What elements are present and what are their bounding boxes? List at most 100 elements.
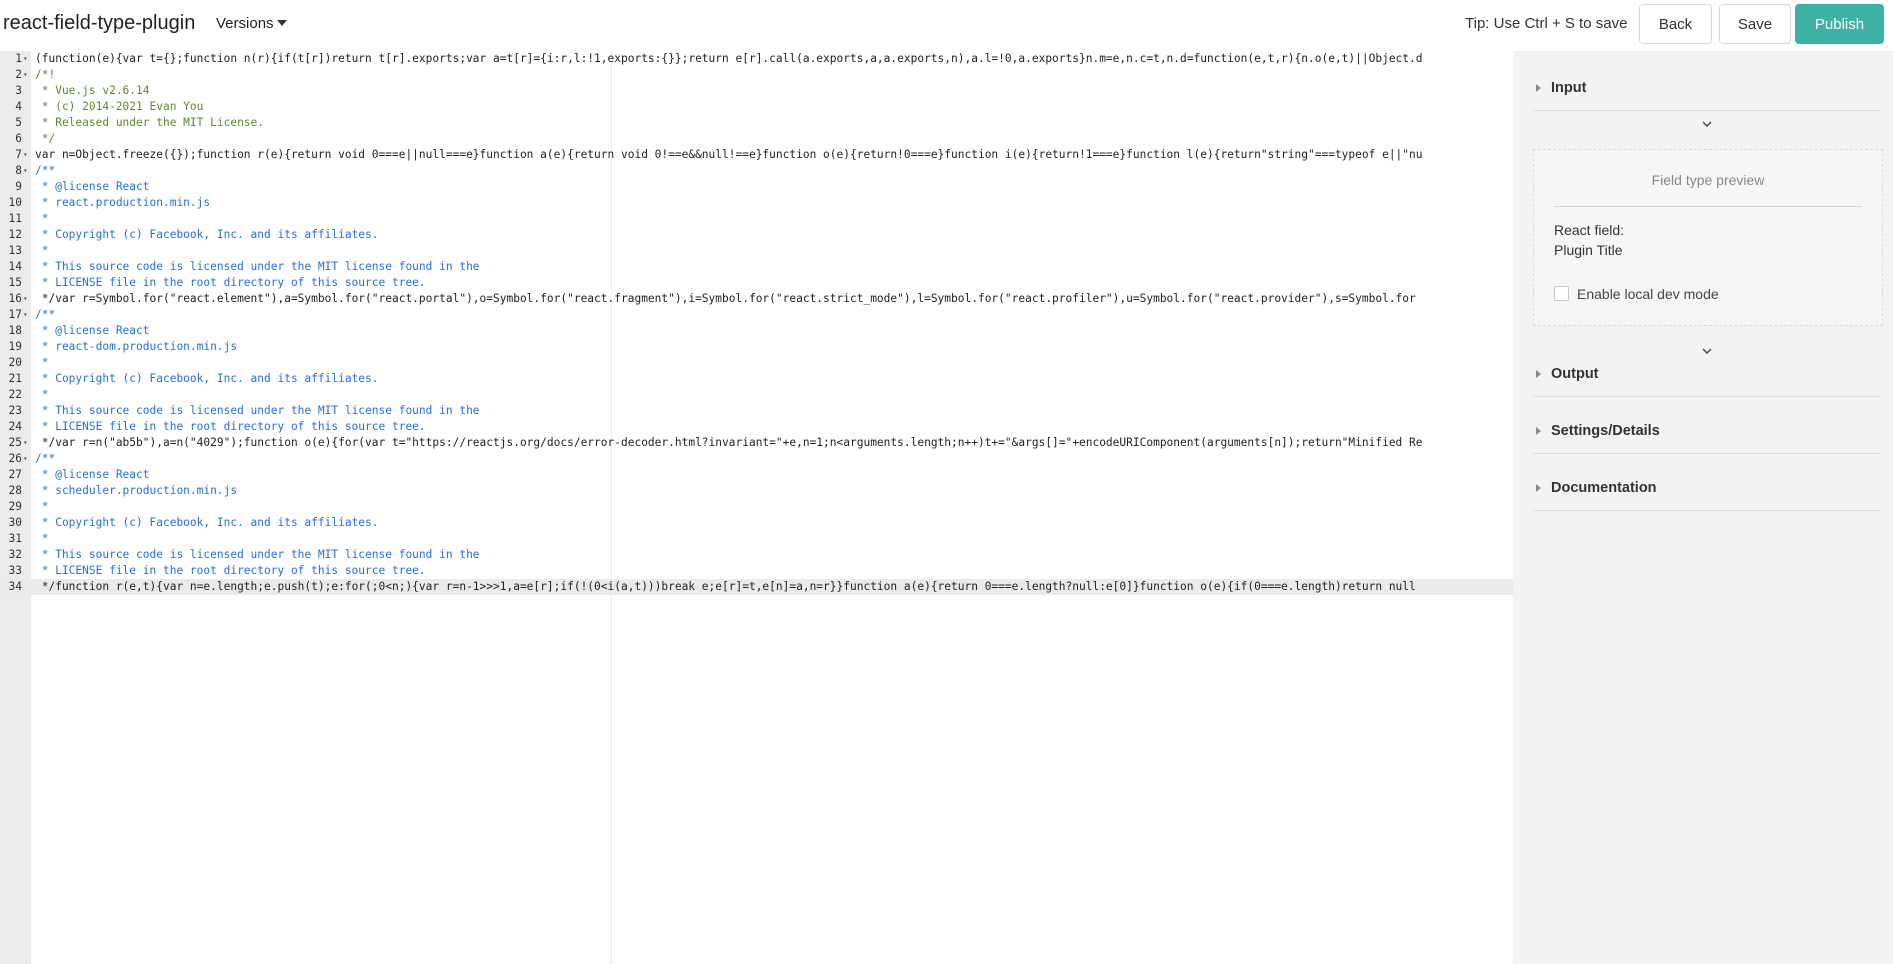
line-number: 22: [8, 388, 22, 401]
code-line[interactable]: 30 * Copyright (c) Facebook, Inc. and it…: [0, 515, 1513, 531]
line-number: 4: [15, 100, 22, 113]
code-line[interactable]: 4 * (c) 2014-2021 Evan You: [0, 99, 1513, 115]
code-line[interactable]: 13 *: [0, 243, 1513, 259]
fold-caret-icon[interactable]: ▾: [23, 163, 28, 179]
line-number: 18: [8, 324, 22, 337]
code-line[interactable]: 6 */: [0, 131, 1513, 147]
code-lines[interactable]: 1 ▾ (function(e){var t={};function n(r){if…: [0, 51, 1513, 595]
dev-mode-checkbox[interactable]: [1554, 286, 1569, 301]
section-input[interactable]: Input: [1533, 71, 1880, 111]
code-line[interactable]: 7 ▾ var n=Object.freeze({});function r(e){…: [0, 147, 1513, 163]
divider: [1554, 206, 1862, 207]
line-number: 6: [15, 132, 22, 145]
code-line[interactable]: 8 ▾ /**: [0, 163, 1513, 179]
code-line[interactable]: 21 * Copyright (c) Facebook, Inc. and it…: [0, 371, 1513, 387]
code-line[interactable]: 32 * This source code is licensed under …: [0, 547, 1513, 563]
code-line[interactable]: 3 * Vue.js v2.6.14: [0, 83, 1513, 99]
code-line[interactable]: 9 * @license React: [0, 179, 1513, 195]
chevron-down-icon: [1702, 348, 1712, 354]
line-number: 24: [8, 420, 22, 433]
code-line[interactable]: 23 * This source code is licensed under …: [0, 403, 1513, 419]
code-line[interactable]: 31 *: [0, 531, 1513, 547]
line-number: 12: [8, 228, 22, 241]
code-line[interactable]: 17 ▾ /**: [0, 307, 1513, 323]
code-text: * Copyright (c) Facebook, Inc. and its a…: [35, 516, 379, 529]
code-text: * Copyright (c) Facebook, Inc. and its a…: [35, 228, 379, 241]
back-button[interactable]: Back: [1639, 4, 1712, 44]
save-button[interactable]: Save: [1719, 4, 1791, 44]
line-number: 16: [8, 292, 22, 305]
line-number: 13: [8, 244, 22, 257]
fold-caret-icon[interactable]: ▾: [23, 291, 28, 307]
code-editor[interactable]: 1 ▾ (function(e){var t={};function n(r){if…: [0, 51, 1513, 964]
section-settings-label: Settings/Details: [1551, 423, 1660, 439]
line-number: 28: [8, 484, 22, 497]
code-text: * LICENSE file in the root directory of …: [35, 564, 426, 577]
code-line[interactable]: 25 ▾ */var r=n("ab5b"),a=n("4029");functi…: [0, 435, 1513, 451]
code-line[interactable]: 15 * LICENSE file in the root directory …: [0, 275, 1513, 291]
section-documentation[interactable]: Documentation: [1533, 471, 1880, 511]
code-line[interactable]: 26 ▾ /**: [0, 451, 1513, 467]
code-text: /**: [35, 308, 56, 321]
code-text: * @license React: [35, 468, 150, 481]
code-text: */function r(e,t){var n=e.length;e.push(…: [35, 580, 1416, 593]
code-text: *: [35, 244, 49, 257]
line-number: 32: [8, 548, 22, 561]
code-line[interactable]: 19 * react-dom.production.min.js: [0, 339, 1513, 355]
code-text: * Released under the MIT License.: [35, 116, 265, 129]
dev-mode-label: Enable local dev mode: [1577, 286, 1719, 302]
code-line[interactable]: 5 * Released under the MIT License.: [0, 115, 1513, 131]
code-line[interactable]: 33 * LICENSE file in the root directory …: [0, 563, 1513, 579]
triangle-right-icon: [1536, 84, 1541, 92]
code-line[interactable]: 24 * LICENSE file in the root directory …: [0, 419, 1513, 435]
code-text: * @license React: [35, 324, 150, 337]
plugin-title: react-field-type-plugin: [3, 12, 196, 34]
line-number: 10: [8, 196, 22, 209]
code-line[interactable]: 28 * scheduler.production.min.js: [0, 483, 1513, 499]
field-type-preview: Field type preview React field: Plugin T…: [1533, 149, 1883, 326]
code-text: * LICENSE file in the root directory of …: [35, 420, 426, 433]
section-settings[interactable]: Settings/Details: [1533, 414, 1880, 454]
code-line[interactable]: 12 * Copyright (c) Facebook, Inc. and it…: [0, 227, 1513, 243]
fold-caret-icon[interactable]: ▾: [23, 307, 28, 323]
line-number: 7: [15, 148, 22, 161]
line-number: 17: [8, 308, 22, 321]
line-number: 31: [8, 532, 22, 545]
code-line[interactable]: 27 * @license React: [0, 467, 1513, 483]
code-text: *: [35, 212, 49, 225]
code-text: * This source code is licensed under the…: [35, 260, 480, 273]
fold-caret-icon[interactable]: ▾: [23, 67, 28, 83]
code-line[interactable]: 16 ▾ */var r=Symbol.for("react.element"),…: [0, 291, 1513, 307]
fold-caret-icon[interactable]: ▾: [23, 435, 28, 451]
code-text: /**: [35, 452, 56, 465]
section-input-label: Input: [1551, 80, 1587, 96]
line-number: 23: [8, 404, 22, 417]
fold-caret-icon[interactable]: ▾: [23, 51, 28, 67]
code-text: *: [35, 388, 49, 401]
code-text: * Vue.js v2.6.14: [35, 84, 150, 97]
code-line[interactable]: 14 * This source code is licensed under …: [0, 259, 1513, 275]
code-text: * react.production.min.js: [35, 196, 211, 209]
fold-caret-icon[interactable]: ▾: [23, 147, 28, 163]
code-line[interactable]: 1 ▾ (function(e){var t={};function n(r){if…: [0, 51, 1513, 67]
code-text: * react-dom.production.min.js: [35, 340, 238, 353]
versions-dropdown[interactable]: Versions: [216, 15, 287, 32]
code-line[interactable]: 2 ▾ /*!: [0, 67, 1513, 83]
line-number: 3: [15, 84, 22, 97]
fold-caret-icon[interactable]: ▾: [23, 451, 28, 467]
code-line[interactable]: 18 * @license React: [0, 323, 1513, 339]
line-number: 5: [15, 116, 22, 129]
code-line[interactable]: 34 */function r(e,t){var n=e.length;e.pu…: [0, 579, 1513, 595]
publish-button[interactable]: Publish: [1795, 4, 1884, 44]
code-line[interactable]: 20 *: [0, 355, 1513, 371]
code-text: * This source code is licensed under the…: [35, 404, 480, 417]
code-line[interactable]: 22 *: [0, 387, 1513, 403]
code-line[interactable]: 10 * react.production.min.js: [0, 195, 1513, 211]
code-line[interactable]: 29 *: [0, 499, 1513, 515]
code-text: */var r=n("ab5b"),a=n("4029");function o…: [35, 436, 1423, 449]
line-number: 20: [8, 356, 22, 369]
line-number: 19: [8, 340, 22, 353]
section-output[interactable]: Output: [1533, 357, 1880, 397]
code-text: var n=Object.freeze({});function r(e){re…: [35, 148, 1423, 161]
code-line[interactable]: 11 *: [0, 211, 1513, 227]
